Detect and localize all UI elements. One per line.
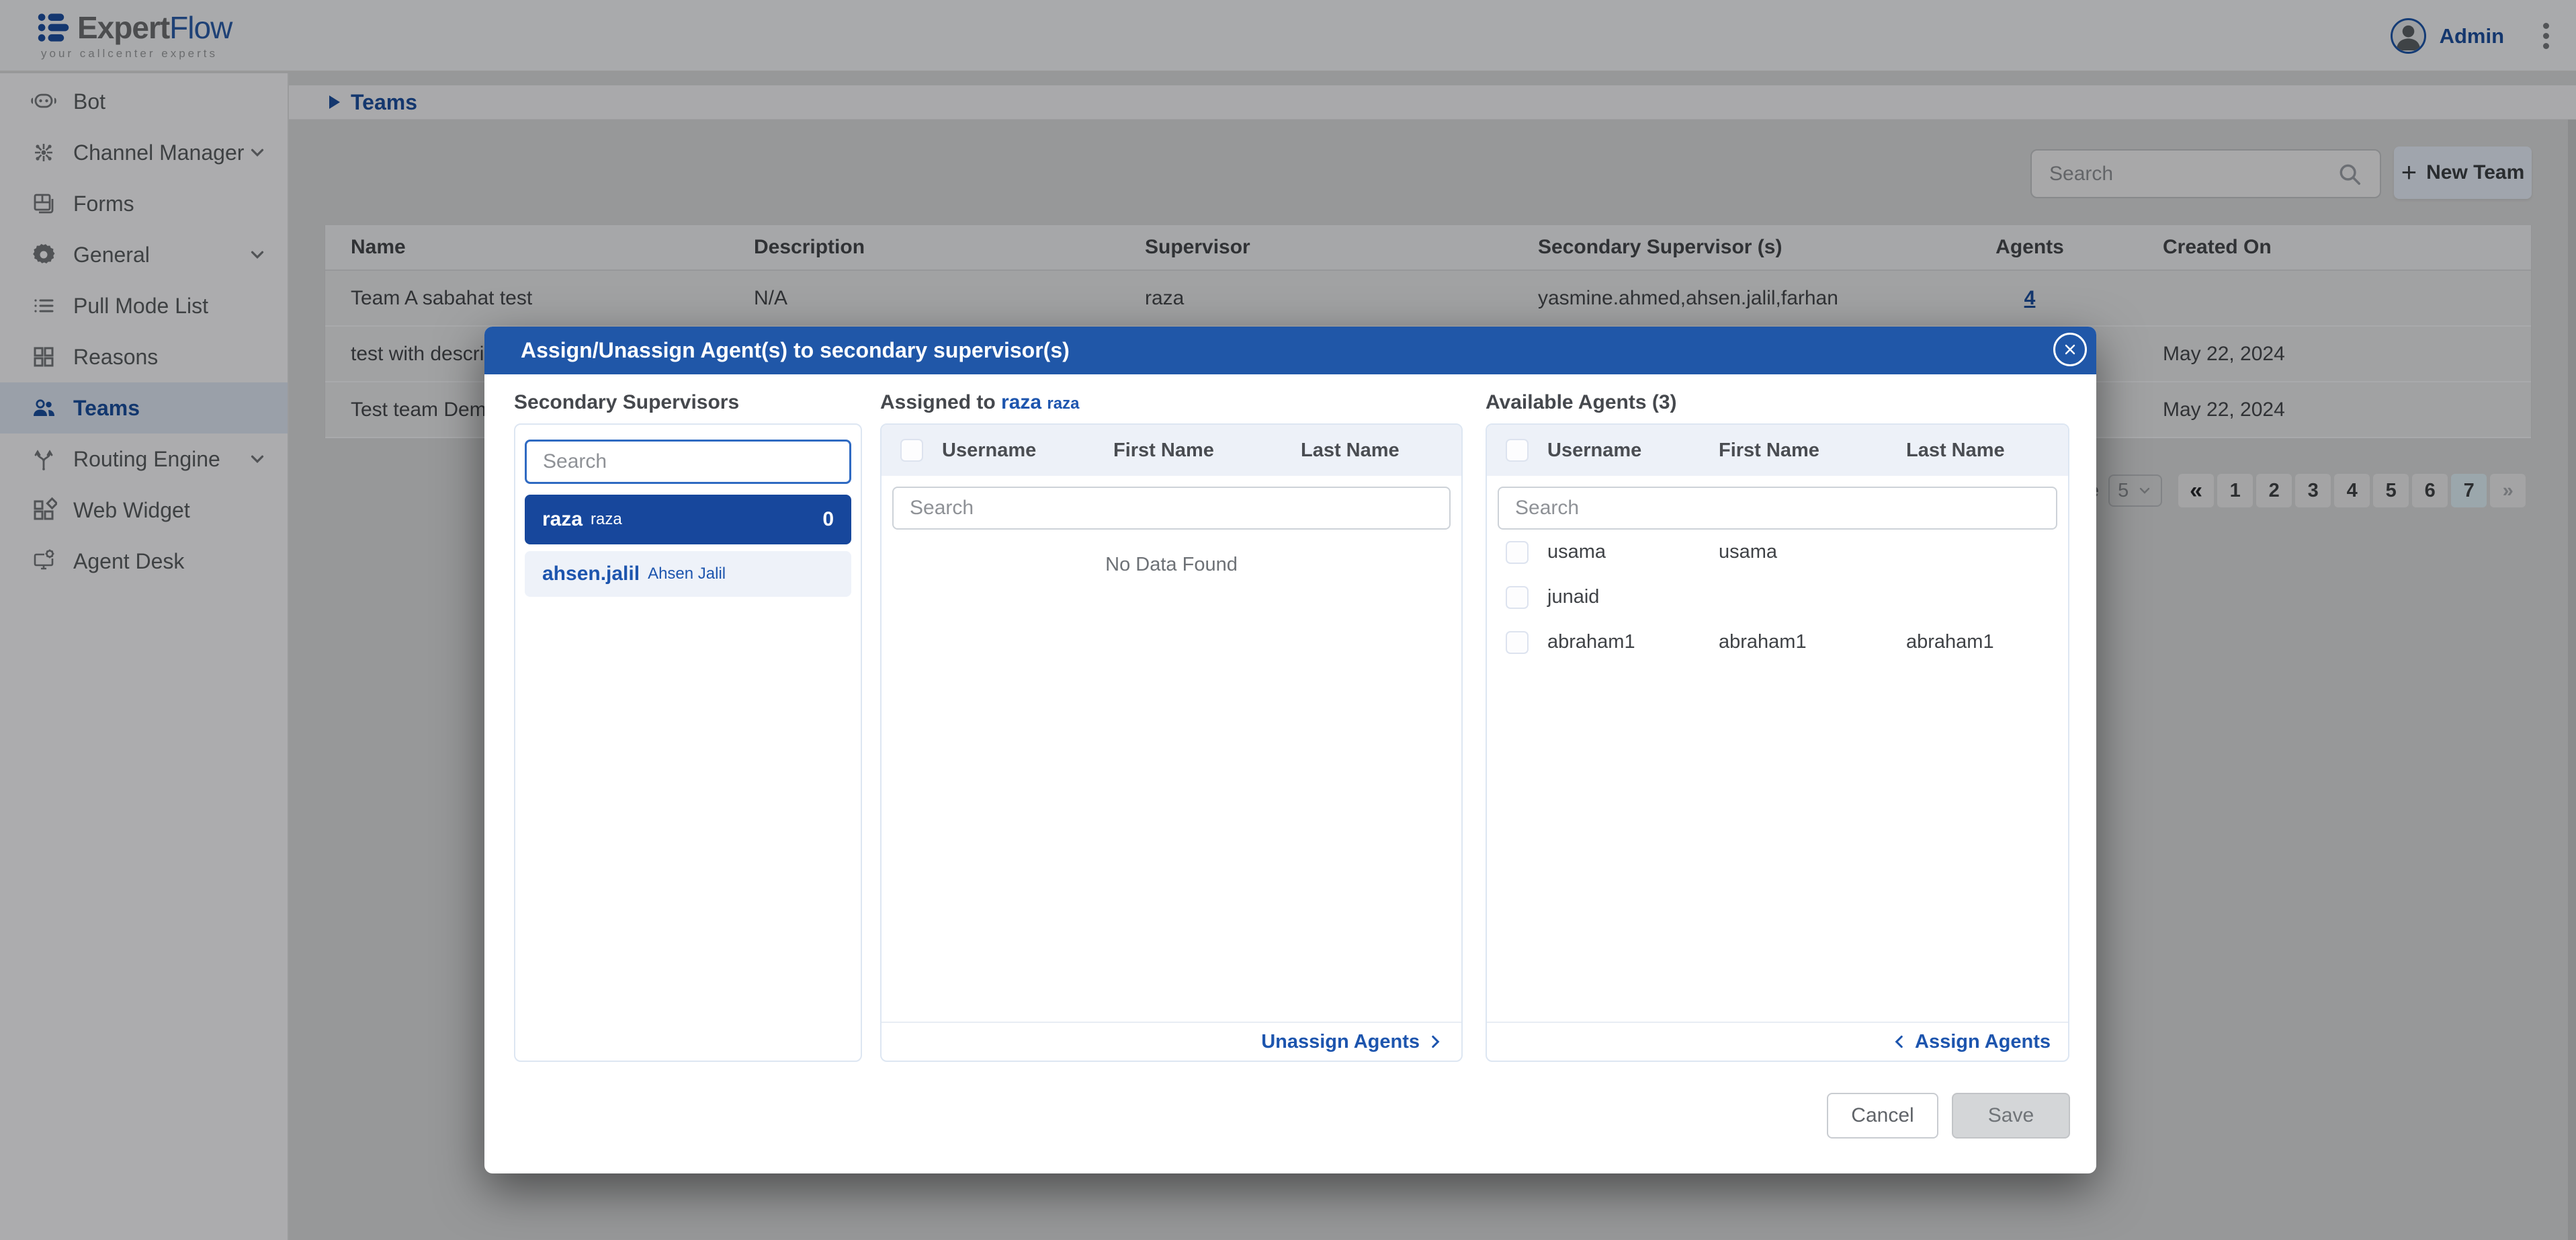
supervisors-search <box>525 440 851 484</box>
column-header: Username <box>942 440 1113 462</box>
column-header: Last Name <box>1906 440 2005 462</box>
row-checkbox[interactable] <box>1506 586 1529 609</box>
assigned-title-prefix: Assigned to <box>880 391 996 413</box>
row-checkbox[interactable] <box>1506 631 1529 654</box>
agent-username: usama <box>1547 541 1719 563</box>
column-header: First Name <box>1113 440 1301 462</box>
supervisors-panel: raza raza 0 ahsen.jalil Ahsen Jalil <box>514 423 862 1062</box>
assigned-search-input[interactable] <box>894 497 1449 520</box>
available-search <box>1498 487 2057 530</box>
cancel-button[interactable]: Cancel <box>1827 1093 1938 1139</box>
supervisors-column-title: Secondary Supervisors <box>514 391 739 414</box>
assigned-supervisor-username: raza <box>1001 391 1041 413</box>
assigned-panel-footer: Unassign Agents <box>882 1022 1461 1061</box>
unassign-agents-button[interactable]: Unassign Agents <box>1261 1031 1444 1053</box>
agent-first-name: abraham1 <box>1719 631 1906 653</box>
agent-first-name: usama <box>1719 541 1906 563</box>
supervisor-username: raza <box>542 508 583 531</box>
agent-row-abraham1[interactable]: abraham1 abraham1 abraham1 <box>1487 620 2068 665</box>
column-header: Username <box>1547 440 1719 462</box>
modal-header: Assign/Unassign Agent(s) to secondary su… <box>484 327 2096 374</box>
close-icon[interactable] <box>2053 333 2087 366</box>
supervisor-fullname: Ahsen Jalil <box>648 565 726 583</box>
column-header: Last Name <box>1301 440 1400 462</box>
empty-state-text: No Data Found <box>882 554 1461 576</box>
assigned-agents-panel: Username First Name Last Name No Data Fo… <box>880 423 1463 1062</box>
agent-row-usama[interactable]: usama usama <box>1487 530 2068 575</box>
assigned-column-title: Assigned to raza raza <box>880 391 1079 414</box>
supervisors-search-input[interactable] <box>527 450 849 473</box>
agent-last-name: abraham1 <box>1906 631 1994 653</box>
modal-title: Assign/Unassign Agent(s) to secondary su… <box>521 338 1070 363</box>
assigned-count-badge: 0 <box>822 508 834 531</box>
screen: ExpertFlow your callcenter experts Admin… <box>0 0 2576 1240</box>
chevron-right-icon <box>1426 1033 1444 1050</box>
modal-footer: Cancel Save <box>1827 1093 2070 1139</box>
chevron-left-icon <box>1891 1033 1908 1050</box>
row-checkbox[interactable] <box>1506 541 1529 564</box>
assigned-table-header: Username First Name Last Name <box>882 425 1461 476</box>
available-search-input[interactable] <box>1499 497 2056 520</box>
available-column-title: Available Agents (3) <box>1486 391 1677 414</box>
select-all-checkbox[interactable] <box>900 439 923 462</box>
supervisor-fullname: raza <box>591 510 622 529</box>
save-button[interactable]: Save <box>1952 1093 2070 1139</box>
assign-unassign-modal: Assign/Unassign Agent(s) to secondary su… <box>484 327 2096 1173</box>
unassign-agents-label: Unassign Agents <box>1261 1031 1420 1053</box>
available-panel-footer: Assign Agents <box>1487 1022 2068 1061</box>
agent-row-junaid[interactable]: junaid <box>1487 575 2068 620</box>
select-all-checkbox[interactable] <box>1506 439 1529 462</box>
supervisor-item-raza[interactable]: raza raza 0 <box>525 495 851 544</box>
assign-agents-label: Assign Agents <box>1915 1031 2051 1053</box>
supervisor-username: ahsen.jalil <box>542 563 640 585</box>
assigned-search <box>892 487 1451 530</box>
column-header: First Name <box>1719 440 1906 462</box>
agent-username: junaid <box>1547 586 1719 608</box>
assign-agents-button[interactable]: Assign Agents <box>1891 1031 2051 1053</box>
assigned-supervisor-name: raza <box>1047 395 1079 413</box>
available-agents-panel: Username First Name Last Name usama usam… <box>1486 423 2069 1062</box>
supervisor-item-ahsen-jalil[interactable]: ahsen.jalil Ahsen Jalil <box>525 551 851 597</box>
agent-username: abraham1 <box>1547 631 1719 653</box>
available-table-header: Username First Name Last Name <box>1487 425 2068 476</box>
